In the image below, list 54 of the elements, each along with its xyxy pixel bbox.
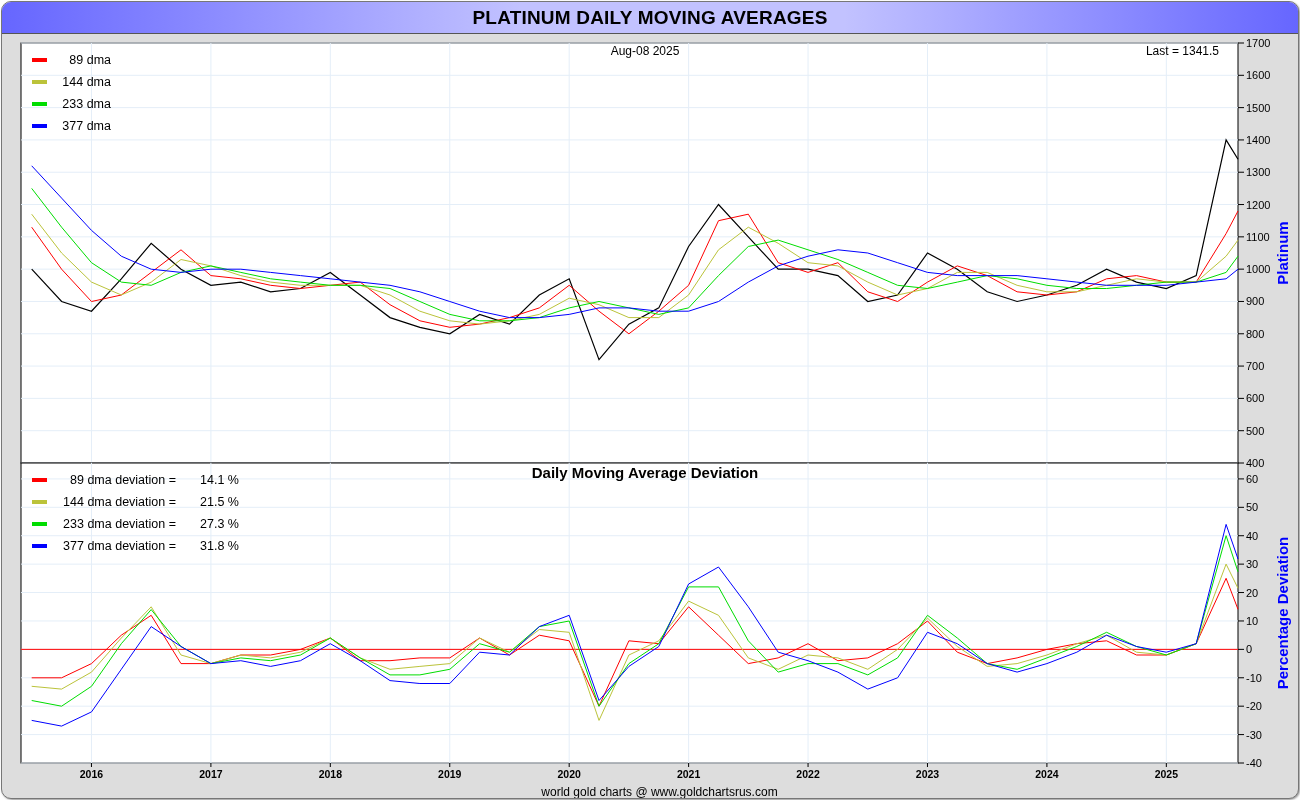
y-axis-label: 1100 [1246, 230, 1270, 243]
y-axis-label: 700 [1246, 360, 1265, 373]
legend-label: 233 dma deviation = [63, 517, 176, 531]
y-axis-label: 1400 [1246, 133, 1271, 146]
chart-title: Daily Moving Average Deviation [531, 464, 759, 481]
y-axis-label: -30 [1246, 728, 1262, 741]
y-axis-label: 10 [1246, 614, 1259, 627]
deviation-reading: 31.8 % [200, 539, 239, 553]
legend-label: 89 dma deviation = [70, 473, 176, 487]
y-axis-label: 1600 [1246, 69, 1271, 82]
y-axis-label: 40 [1246, 529, 1259, 542]
y-axis-label: 20 [1246, 586, 1259, 599]
y-axis-label: 1700 [1246, 37, 1271, 49]
last-price-label: Last = 1341.5 [1145, 44, 1219, 58]
x-axis-label: 2024 [1035, 768, 1059, 780]
y-axis-title: Percentage Deviation [1274, 536, 1291, 690]
y-axis-label: 1500 [1246, 101, 1271, 114]
x-axis-label: 2016 [79, 768, 104, 780]
date-label: Aug-08 2025 [610, 44, 680, 58]
legend-label: 144 dma deviation = [63, 495, 176, 509]
y-axis-label: -20 [1246, 700, 1262, 713]
legend-label: 89 dma [69, 53, 111, 67]
y-axis-label: -10 [1246, 671, 1262, 684]
x-axis-label: 2025 [1154, 768, 1178, 780]
legend-label: 377 dma [62, 119, 111, 133]
legend-label: 233 dma [62, 97, 111, 111]
y-axis-label: 500 [1246, 424, 1265, 437]
y-axis-label: -40 [1246, 757, 1262, 769]
y-axis-label: 900 [1246, 295, 1265, 308]
x-axis-label: 2019 [438, 768, 462, 780]
y-axis-label: 1300 [1246, 166, 1271, 179]
y-axis-label: 60 [1246, 472, 1259, 485]
x-axis-label: 2023 [915, 768, 940, 780]
x-axis-label: 2018 [318, 768, 342, 780]
x-axis-label: 2017 [199, 768, 223, 780]
deviation-reading: 21.5 % [200, 495, 239, 509]
y-axis-label: 600 [1246, 392, 1265, 405]
x-axis-label: 2021 [676, 768, 701, 780]
y-axis-label: 0 [1246, 643, 1253, 656]
x-axis-label: 2020 [557, 768, 581, 780]
x-axis-label: 2022 [796, 768, 820, 780]
footer-credit: world gold charts @ www.goldchartsrus.com [540, 785, 779, 798]
y-axis-label: 1000 [1246, 263, 1271, 276]
y-axis-label: 800 [1246, 327, 1265, 340]
deviation-reading: 14.1 % [200, 473, 239, 487]
y-axis-label: 30 [1246, 558, 1259, 571]
window-title: PLATINUM DAILY MOVING AVERAGES [472, 6, 828, 29]
legend-label: 377 dma deviation = [63, 539, 176, 553]
y-axis-label: 50 [1246, 501, 1259, 514]
y-axis-label: 1200 [1246, 198, 1271, 211]
deviation-reading: 27.3 % [200, 517, 239, 531]
y-axis-title: Platinum [1274, 221, 1291, 285]
y-axis-label: 400 [1246, 457, 1265, 469]
legend-label: 144 dma [62, 75, 111, 89]
